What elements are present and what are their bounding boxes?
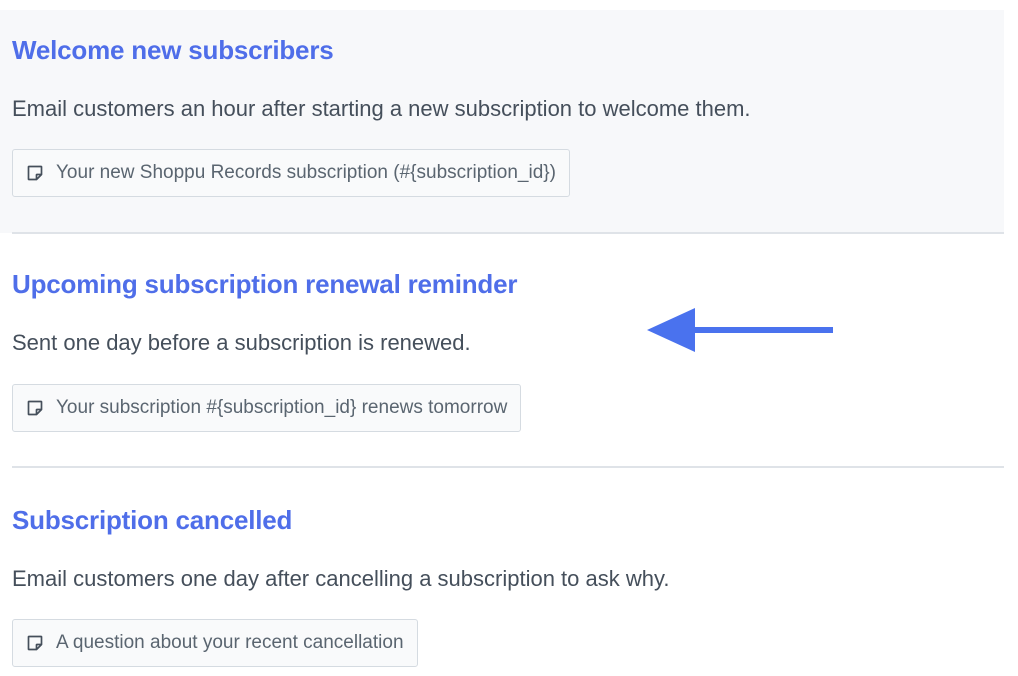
notification-description: Email customers one day after cancelling… <box>12 566 670 591</box>
notification-subscription-cancelled: Subscription cancelled Email customers o… <box>0 468 1004 676</box>
notification-description: Sent one day before a subscription is re… <box>12 330 471 355</box>
notification-title-link[interactable]: Welcome new subscribers <box>12 35 334 66</box>
notification-title-link[interactable]: Upcoming subscription renewal reminder <box>12 269 517 300</box>
email-subject-text: Your new Shoppu Records subscription (#{… <box>56 162 556 183</box>
note-icon <box>26 634 44 652</box>
email-subject-text: Your subscription #{subscription_id} ren… <box>56 397 508 418</box>
email-subject-text: A question about your recent cancellatio… <box>56 632 404 653</box>
email-subject-button[interactable]: Your new Shoppu Records subscription (#{… <box>12 149 570 197</box>
notifications-page: Welcome new subscribers Email customers … <box>0 0 1018 676</box>
email-subject-button[interactable]: Your subscription #{subscription_id} ren… <box>12 384 522 432</box>
note-icon <box>26 399 44 417</box>
arrow-left-icon <box>645 307 835 355</box>
notification-title-link[interactable]: Subscription cancelled <box>12 505 292 536</box>
notification-renewal-reminder: Upcoming subscription renewal reminder S… <box>0 234 1004 467</box>
notification-description: Email customers an hour after starting a… <box>12 96 751 121</box>
email-subject-button[interactable]: A question about your recent cancellatio… <box>12 619 418 667</box>
note-icon <box>26 164 44 182</box>
notification-welcome-subscribers: Welcome new subscribers Email customers … <box>0 10 1004 233</box>
